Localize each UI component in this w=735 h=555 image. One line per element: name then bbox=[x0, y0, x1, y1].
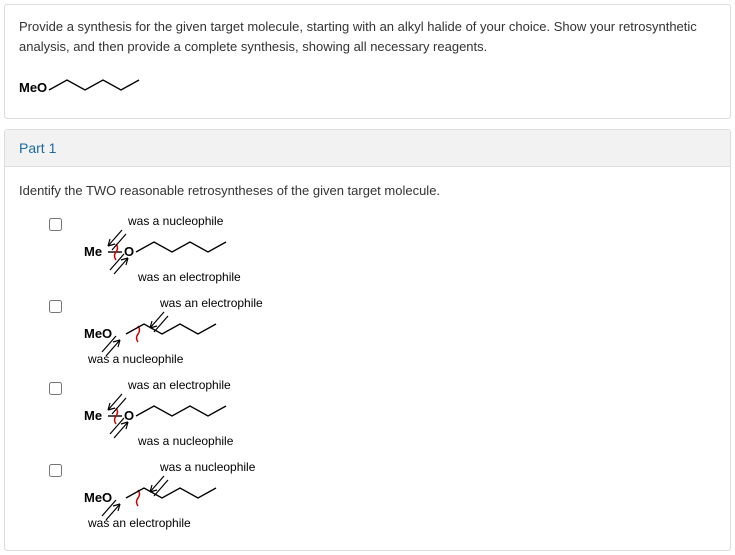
option-row: was an electrophile Me O was a nucleophil… bbox=[19, 378, 716, 448]
meo-label: MeO bbox=[19, 80, 47, 95]
lower-role-label: was an electrophile bbox=[88, 516, 191, 530]
prompt-text: Provide a synthesis for the given target… bbox=[19, 17, 716, 56]
lower-role-label: was a nucleophile bbox=[88, 352, 183, 366]
option-row: was a nucleophile Me O was an electrophil… bbox=[19, 214, 716, 284]
option-diagram: was a nucleophile MeO was an electrophil… bbox=[78, 460, 318, 530]
part-card: Part 1 Identify the TWO reasonable retro… bbox=[4, 129, 731, 552]
upper-role-label: was an electrophile bbox=[160, 296, 263, 310]
svg-text:Me: Me bbox=[84, 408, 102, 423]
option-row: was a nucleophile MeO was an electrophil… bbox=[19, 460, 716, 530]
svg-text:O: O bbox=[124, 408, 134, 423]
svg-text:MeO: MeO bbox=[84, 490, 112, 505]
svg-text:MeO: MeO bbox=[84, 326, 112, 341]
option-diagram: was an electrophile Me O was a nucleophil… bbox=[78, 378, 318, 448]
option-diagram: was an electrophile MeO was a nucleophil… bbox=[78, 296, 318, 366]
target-molecule: MeO bbox=[19, 70, 159, 106]
upper-role-label: was a nucleophile bbox=[128, 214, 223, 228]
option-diagram: was a nucleophile Me O was an electrophil… bbox=[78, 214, 318, 284]
option-checkbox[interactable] bbox=[49, 300, 62, 313]
option-row: was an electrophile MeO was a nucleophil… bbox=[19, 296, 716, 366]
part-instruction: Identify the TWO reasonable retrosynthes… bbox=[19, 181, 716, 201]
option-checkbox[interactable] bbox=[49, 218, 62, 231]
upper-role-label: was a nucleophile bbox=[160, 460, 255, 474]
upper-role-label: was an electrophile bbox=[128, 378, 231, 392]
lower-role-label: was a nucleophile bbox=[138, 434, 233, 448]
part-body: Identify the TWO reasonable retrosynthes… bbox=[5, 167, 730, 551]
question-prompt-card: Provide a synthesis for the given target… bbox=[4, 4, 731, 119]
svg-text:Me: Me bbox=[84, 244, 102, 259]
option-checkbox[interactable] bbox=[49, 382, 62, 395]
option-checkbox[interactable] bbox=[49, 464, 62, 477]
lower-role-label: was an electrophile bbox=[138, 270, 241, 284]
part-header: Part 1 bbox=[5, 130, 730, 167]
svg-text:O: O bbox=[124, 244, 134, 259]
